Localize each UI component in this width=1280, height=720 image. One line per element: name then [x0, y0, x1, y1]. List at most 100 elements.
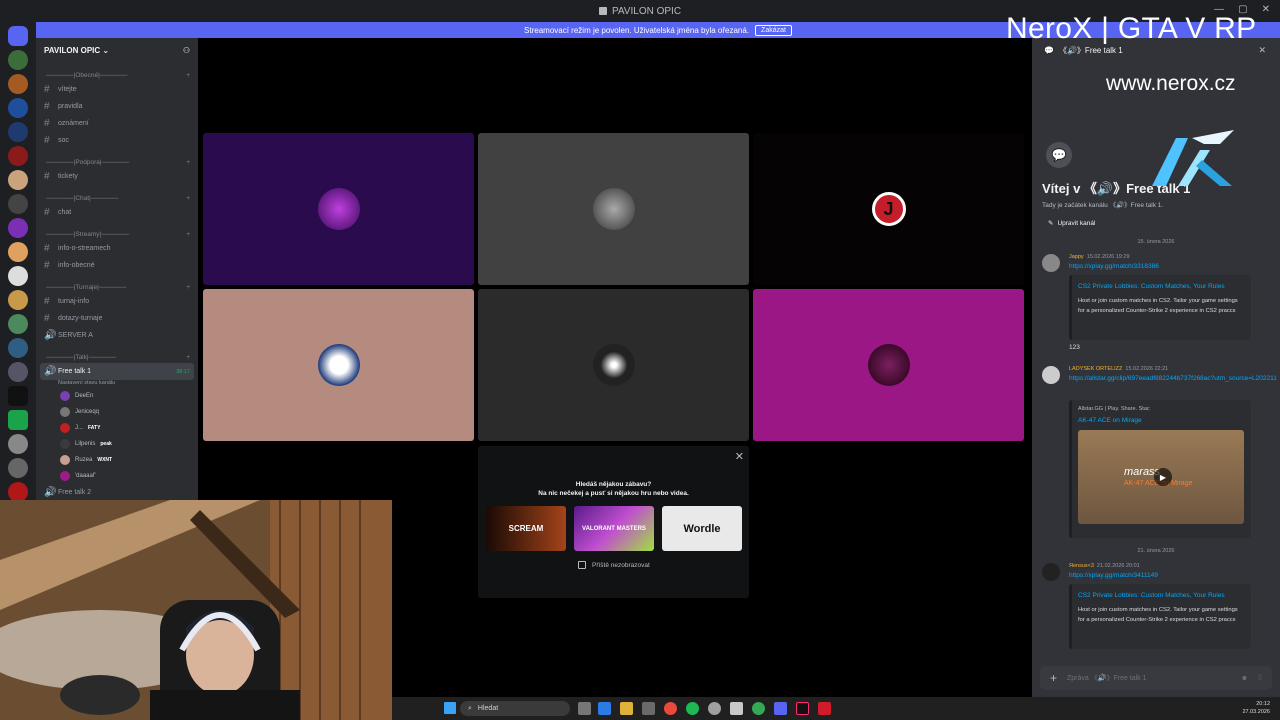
game-card-valorant[interactable]: VALORANT MASTERS	[574, 506, 654, 551]
add-channel-icon[interactable]: +	[186, 159, 190, 166]
add-channel-icon[interactable]: +	[186, 231, 190, 238]
message-link[interactable]: https://allstar.gg/clip/697eeadf882244b7…	[1069, 375, 1277, 382]
app-icon[interactable]	[642, 702, 655, 715]
voice-channel-item[interactable]: 🔊 SERVER A	[36, 327, 198, 344]
avatar[interactable]	[1042, 563, 1060, 581]
server-icon[interactable]	[8, 410, 28, 430]
server-icon[interactable]	[8, 266, 28, 286]
invite-people-icon[interactable]: ⚇	[183, 46, 190, 55]
spotify-icon[interactable]	[686, 702, 699, 715]
server-icon[interactable]	[8, 386, 28, 406]
dont-show-checkbox[interactable]: Příště nezobrazovat	[578, 561, 650, 569]
server-icon[interactable]	[8, 482, 28, 502]
app-icon[interactable]	[730, 702, 743, 715]
channel-item[interactable]: # oznámení	[36, 115, 198, 132]
message-link[interactable]: https://xplay.gg/match/3318386	[1069, 263, 1159, 270]
system-clock[interactable]: 20:12 27.03.2026	[1242, 700, 1270, 716]
voice-user[interactable]: J... FATY	[36, 420, 198, 436]
participant-tile[interactable]	[478, 133, 749, 285]
embed-title[interactable]: CS2 Private Lobbies: Custom Matches, You…	[1078, 281, 1245, 292]
guild-header[interactable]: PAVILON OPIC ⌄ ⚇	[36, 38, 198, 62]
close-icon[interactable]: ✕	[1258, 45, 1266, 56]
channel-item[interactable]: # info-o-streamech	[36, 240, 198, 257]
server-icon[interactable]	[8, 50, 28, 70]
channel-item[interactable]: # dotazy-turnaje	[36, 310, 198, 327]
channel-item[interactable]: # vítejte	[36, 81, 198, 98]
category-header[interactable]: ──────|Obecné|────── +	[36, 69, 198, 81]
game-card-wordle[interactable]: Wordle	[662, 506, 742, 551]
video-thumbnail[interactable]: marass AK-47 ACE on Mirage ▶	[1078, 430, 1244, 524]
category-header[interactable]: ──────|Talk|────── +	[36, 351, 198, 363]
steam-icon[interactable]	[708, 702, 721, 715]
avatar[interactable]	[1042, 366, 1060, 384]
channel-item[interactable]: # soc	[36, 132, 198, 149]
close-window-button[interactable]: ✕	[1262, 4, 1270, 15]
server-icon[interactable]	[8, 314, 28, 334]
avatar[interactable]	[1042, 254, 1060, 272]
add-attachment-icon[interactable]: +	[1050, 671, 1057, 685]
disable-streamer-mode-button[interactable]: Zakázat	[755, 24, 792, 36]
server-icon[interactable]	[8, 146, 28, 166]
active-voice-channel[interactable]: 🔊 Free talk 1 38:17	[40, 363, 194, 380]
channel-item[interactable]: # chat	[36, 204, 198, 221]
voice-user[interactable]: Lilpenis peak	[36, 436, 198, 452]
tiktok-icon[interactable]	[796, 702, 809, 715]
emoji-icon[interactable]: ☻	[1241, 675, 1248, 682]
server-icon[interactable]	[8, 434, 28, 454]
apps-icon[interactable]: ⁞⁞	[1258, 675, 1262, 682]
message-composer[interactable]: + Zpráva 《🔊》Free talk 1 ☻ ⁞⁞	[1040, 666, 1272, 690]
channel-status[interactable]: Nastavení stavu kanálu	[36, 380, 198, 388]
embed-title[interactable]: CS2 Private Lobbies: Custom Matches, You…	[1078, 590, 1245, 601]
channel-item[interactable]: # tickety	[36, 168, 198, 185]
home-button[interactable]	[8, 26, 28, 46]
server-icon[interactable]	[8, 74, 28, 94]
category-header[interactable]: ──────|Chat|────── +	[36, 192, 198, 204]
participant-tile[interactable]	[753, 289, 1024, 441]
message-input[interactable]: Zpráva 《🔊》Free talk 1	[1067, 673, 1147, 683]
channel-item[interactable]: # info-obecné	[36, 257, 198, 274]
add-channel-icon[interactable]: +	[186, 354, 190, 361]
message-link[interactable]: https://xplay.gg/match/3411149	[1069, 572, 1158, 579]
server-icon[interactable]	[8, 98, 28, 118]
play-icon[interactable]: ▶	[1154, 468, 1172, 486]
channel-item[interactable]: # turnaj-info	[36, 293, 198, 310]
server-icon[interactable]	[8, 170, 28, 190]
discord-icon[interactable]	[774, 702, 787, 715]
participant-tile[interactable]: J	[753, 133, 1024, 285]
participant-tile[interactable]	[478, 289, 749, 441]
server-icon[interactable]	[8, 194, 28, 214]
chrome-icon[interactable]	[752, 702, 765, 715]
server-icon[interactable]	[8, 338, 28, 358]
server-icon[interactable]	[8, 362, 28, 382]
task-view-icon[interactable]	[578, 702, 591, 715]
message-author[interactable]: LADYSEK ORTELIZZ	[1069, 366, 1122, 372]
voice-user[interactable]: Jeniceqq	[36, 404, 198, 420]
taskbar-search[interactable]: ⌕ Hledat	[460, 701, 570, 716]
server-icon[interactable]	[8, 242, 28, 262]
game-card-scream[interactable]: SCREAM	[486, 506, 566, 551]
participant-tile[interactable]	[203, 289, 474, 441]
category-header[interactable]: ──────|Podpora|────── +	[36, 156, 198, 168]
category-header[interactable]: ──────|Streamy|────── +	[36, 228, 198, 240]
add-channel-icon[interactable]: +	[186, 195, 190, 202]
close-icon[interactable]: ✕	[735, 450, 744, 463]
checkbox-box[interactable]	[578, 561, 586, 569]
file-explorer-icon[interactable]	[620, 702, 633, 715]
windows-start-icon[interactable]	[444, 702, 456, 714]
server-icon[interactable]	[8, 218, 28, 238]
edit-channel-button[interactable]: ✎ Upravit kanál	[1042, 216, 1101, 230]
message-author[interactable]: Jappy	[1069, 254, 1084, 260]
voice-user[interactable]: Ruzea WXNT	[36, 452, 198, 468]
participant-tile[interactable]	[203, 133, 474, 285]
app-icon[interactable]	[818, 702, 831, 715]
add-channel-icon[interactable]: +	[186, 72, 190, 79]
server-icon[interactable]	[8, 290, 28, 310]
copilot-icon[interactable]	[598, 702, 611, 715]
voice-user[interactable]: 'daaaaf'	[36, 468, 198, 484]
embed-title[interactable]: AK-47 ACE on Mirage	[1078, 415, 1245, 426]
message-author[interactable]: Яеnsus<3	[1069, 563, 1094, 569]
channel-item[interactable]: # pravidla	[36, 98, 198, 115]
voice-channel-item[interactable]: 🔊 Free talk 2	[36, 484, 198, 500]
add-channel-icon[interactable]: +	[186, 284, 190, 291]
category-header[interactable]: ──────|Turnaje|────── +	[36, 281, 198, 293]
